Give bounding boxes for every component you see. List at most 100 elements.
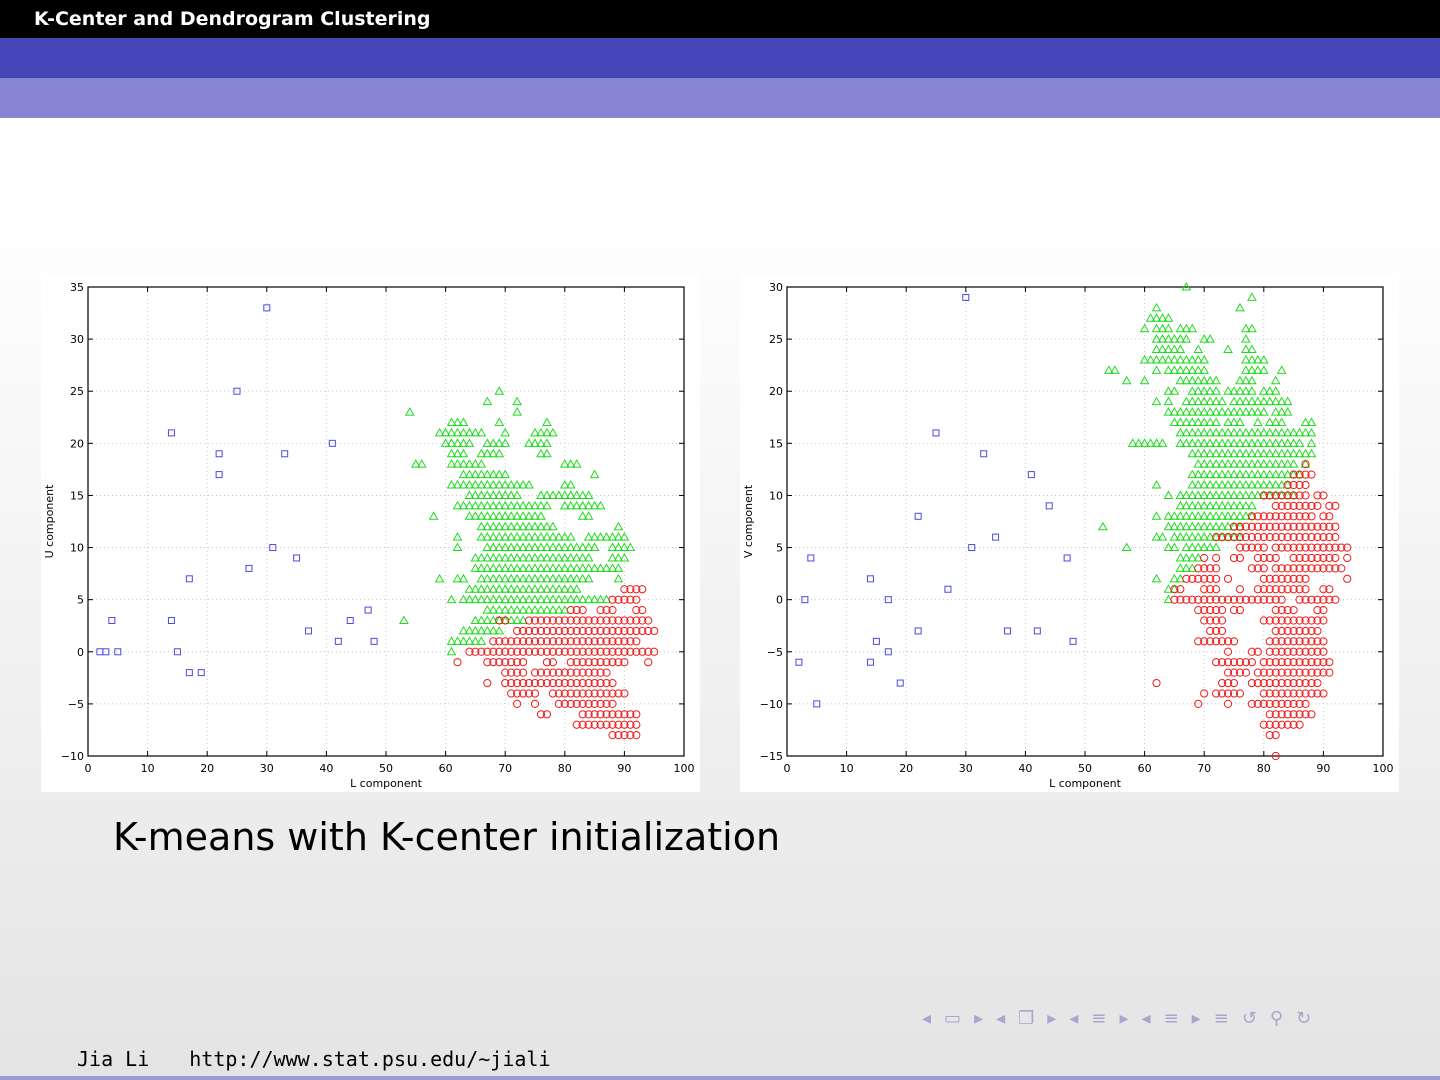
y-tick-label: 30 — [70, 333, 84, 346]
header-band-dark — [0, 38, 1440, 78]
point-cluster2 — [512, 407, 522, 416]
frame-icon[interactable]: ▭ — [944, 1008, 961, 1029]
point-cluster1 — [872, 637, 880, 645]
point-cluster2 — [494, 417, 505, 426]
y-tick-label: 5 — [776, 542, 783, 555]
point-cluster3 — [1235, 585, 1245, 594]
y-tick-label: −5 — [767, 646, 783, 659]
point-cluster2 — [399, 615, 409, 625]
slide-header-bar: K-Center and Dendrogram Clustering — [0, 0, 1440, 38]
arrow-right-icon[interactable]: ▸ — [974, 1008, 983, 1029]
point-cluster1 — [173, 648, 181, 656]
arrow-right-icon[interactable]: ▸ — [1047, 1008, 1056, 1029]
undo-icon[interactable]: ↺ — [1242, 1008, 1257, 1029]
point-cluster3 — [1343, 553, 1352, 563]
point-cluster1 — [102, 648, 110, 656]
chart-svg: 0 10 20 30 40 50 60 70 80 90 100 −15 −10 −5 0 5 10 15 20 25… — [742, 281, 1394, 790]
y-tick-label: 35 — [70, 281, 84, 294]
header-band-light — [0, 78, 1440, 118]
point-cluster3 — [1343, 574, 1352, 583]
point-cluster2 — [1193, 344, 1204, 354]
point-cluster2 — [542, 417, 552, 426]
point-cluster2 — [1306, 438, 1317, 447]
arrow-right-icon[interactable]: ▸ — [1192, 1008, 1201, 1029]
x-tick-label: 40 — [319, 762, 333, 775]
point-cluster2 — [1151, 480, 1162, 489]
arrow-left-icon[interactable]: ◂ — [1142, 1008, 1151, 1029]
y-tick-label: 25 — [769, 333, 783, 346]
point-cluster1 — [281, 450, 289, 458]
point-cluster1 — [305, 627, 313, 635]
point-cluster3 — [1152, 678, 1161, 688]
point-cluster3 — [1223, 647, 1233, 656]
x-tick-label: 90 — [617, 762, 631, 775]
point-cluster1 — [795, 658, 803, 666]
y-tick-label: 25 — [70, 385, 84, 398]
point-cluster2 — [1098, 521, 1108, 531]
point-cluster2 — [1223, 344, 1233, 354]
beamer-navigation: ◂ ▭ ▸ ◂ ❐ ▸ ◂ ≡ ▸ ◂ ≡ ▸ ≡ ↺ ⚲ ↻ — [922, 1004, 1324, 1032]
point-cluster2 — [1139, 323, 1150, 333]
y-tick-label: −5 — [68, 698, 84, 711]
point-cluster2 — [1139, 375, 1150, 385]
x-tick-label: 50 — [379, 762, 393, 775]
point-cluster1 — [370, 637, 378, 645]
x-tick-label: 30 — [260, 762, 274, 775]
chart-svg: 0 10 20 30 40 50 60 70 80 90 100 −10 −5 0 5 10 15 20 25 30 3… — [43, 281, 695, 790]
footer-author: Jia Li — [77, 1047, 150, 1071]
point-cluster1 — [866, 658, 874, 666]
point-cluster3 — [453, 658, 462, 667]
point-cluster2 — [500, 427, 511, 437]
x-tick-label: 100 — [1373, 762, 1394, 775]
point-cluster2 — [404, 407, 415, 416]
arrow-left-icon[interactable]: ◂ — [996, 1008, 1005, 1029]
point-cluster1 — [866, 575, 874, 583]
arrow-left-icon[interactable]: ◂ — [1069, 1008, 1078, 1029]
arrow-right-icon[interactable]: ▸ — [1119, 1008, 1128, 1029]
x-tick-label: 10 — [840, 762, 854, 775]
x-tick-label: 0 — [784, 762, 791, 775]
scatter-plot-lu: 0 10 20 30 40 50 60 70 80 90 100 −10 −5 0 5 10 15 20 25 30 3… — [41, 274, 700, 792]
list-icon[interactable]: ≡ — [1164, 1008, 1179, 1029]
point-cluster2 — [1151, 365, 1162, 374]
x-tick-label: 10 — [141, 762, 155, 775]
point-cluster2 — [1151, 573, 1162, 583]
x-axis-label: L component — [1049, 777, 1122, 790]
slide-title: K-Center and Dendrogram Clustering — [34, 8, 431, 30]
point-cluster1 — [364, 606, 372, 614]
x-tick-label: 70 — [1197, 762, 1211, 775]
point-cluster1 — [167, 429, 175, 437]
plot-frame — [786, 286, 1384, 757]
point-cluster2 — [1276, 365, 1287, 374]
point-cluster1 — [346, 617, 354, 625]
point-cluster2 — [428, 511, 439, 520]
y-axis-label: V component — [742, 484, 755, 558]
point-cluster2 — [446, 594, 457, 604]
footer-url[interactable]: http://www.stat.psu.edu/∼jiali — [189, 1047, 550, 1071]
point-cluster1 — [215, 450, 223, 458]
arrow-left-icon[interactable]: ◂ — [922, 1008, 931, 1029]
x-axis-label: L component — [350, 777, 423, 790]
point-cluster2 — [1270, 375, 1281, 385]
subsection-icon[interactable]: ❐ — [1018, 1008, 1034, 1029]
point-cluster1 — [334, 637, 342, 645]
y-tick-label: 5 — [77, 594, 84, 607]
x-tick-label: 80 — [558, 762, 572, 775]
point-cluster1 — [932, 429, 940, 437]
align-icon[interactable]: ≡ — [1214, 1008, 1229, 1029]
y-tick-label: 20 — [769, 385, 783, 398]
point-cluster1 — [1063, 554, 1071, 562]
y-tick-label: 15 — [769, 437, 783, 450]
point-cluster3 — [483, 678, 492, 688]
point-cluster2 — [1163, 396, 1174, 406]
point-cluster2 — [1151, 511, 1162, 520]
point-cluster2 — [482, 396, 493, 406]
point-cluster1 — [944, 585, 952, 593]
search-icon[interactable]: ⚲ — [1270, 1008, 1283, 1029]
point-cluster1 — [813, 700, 821, 708]
point-cluster1 — [1033, 627, 1041, 635]
slide-caption: K-means with K-center initialization — [113, 815, 781, 859]
redo-icon[interactable]: ↻ — [1296, 1008, 1311, 1029]
section-icon[interactable]: ≡ — [1091, 1008, 1106, 1029]
point-cluster2 — [613, 573, 624, 583]
